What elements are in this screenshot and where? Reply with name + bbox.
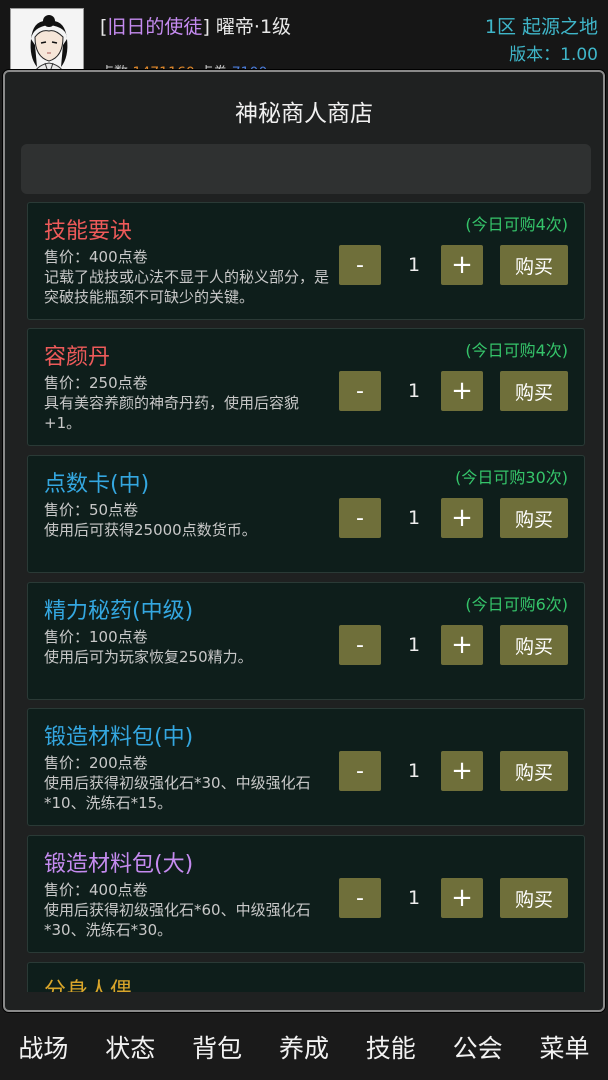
item-daily-limit: (今日可购6次) — [465, 595, 568, 614]
increase-quantity-button[interactable]: + — [441, 878, 483, 918]
increase-quantity-button[interactable]: + — [441, 245, 483, 285]
mystery-shop-dialog: 神秘商人商店 技能要诀 (今日可购4次) 售价：400点卷 记载了战技或心法不显… — [3, 70, 605, 1012]
decrease-quantity-button[interactable]: - — [339, 625, 381, 665]
dialog-title: 神秘商人商店 — [235, 101, 373, 127]
quantity-value: 1 — [407, 380, 421, 402]
shop-item-list[interactable]: 技能要诀 (今日可购4次) 售价：400点卷 记载了战技或心法不显于人的秘义部分… — [27, 202, 585, 992]
quantity-value: 1 — [407, 634, 421, 656]
item-name: 分身人偶 — [44, 979, 133, 992]
item-name: 精力秘药(中级) — [44, 599, 194, 624]
buy-button[interactable]: 购买 — [500, 878, 568, 918]
buy-button[interactable]: 购买 — [500, 245, 568, 285]
nav-status[interactable]: 状态 — [105, 1029, 155, 1065]
shop-item: 锻造材料包(中) 售价：200点卷 使用后获得初级强化石*30、中级强化石*10… — [27, 708, 585, 826]
quantity-value: 1 — [407, 887, 421, 909]
decrease-quantity-button[interactable]: - — [339, 751, 381, 791]
buy-button[interactable]: 购买 — [500, 625, 568, 665]
decrease-quantity-button[interactable]: - — [339, 498, 381, 538]
buy-button[interactable]: 购买 — [500, 371, 568, 411]
item-description: 使用后获得初级强化石*30、中级强化石*10、洗练石*15。 — [44, 774, 311, 812]
item-description: 具有美容养颜的神奇丹药，使用后容貌+1。 — [44, 394, 300, 432]
shop-item: 精力秘药(中级) (今日可购6次) 售价：100点卷 使用后可为玩家恢复250精… — [27, 582, 585, 700]
increase-quantity-button[interactable]: + — [441, 371, 483, 411]
increase-quantity-button[interactable]: + — [441, 751, 483, 791]
shop-item: 分身人偶 — [27, 962, 585, 992]
player-header: [旧日的使徒] 曜帝·1级 点数 1471160 点卷 7100 1区 起源之地… — [0, 0, 608, 81]
decrease-quantity-button[interactable]: - — [339, 245, 381, 285]
buy-button[interactable]: 购买 — [500, 751, 568, 791]
player-title: 旧日的使徒 — [107, 16, 203, 38]
quantity-value: 1 — [407, 507, 421, 529]
bottom-nav: 战场 状态 背包 养成 技能 公会 菜单 — [0, 1014, 608, 1080]
item-price: 售价：50点卷 — [44, 501, 139, 519]
buy-button[interactable]: 购买 — [500, 498, 568, 538]
server-name: 1区 起源之地 — [484, 16, 598, 38]
item-description: 使用后可获得25000点数货币。 — [44, 521, 257, 539]
quantity-value: 1 — [407, 760, 421, 782]
item-price: 售价：400点卷 — [44, 881, 148, 899]
player-name-line: [旧日的使徒] 曜帝·1级 — [100, 12, 291, 39]
version-label: 版本：1.00 — [509, 45, 598, 65]
nav-skills[interactable]: 技能 — [366, 1029, 416, 1065]
player-avatar[interactable] — [10, 8, 84, 74]
nav-cultivation[interactable]: 养成 — [279, 1029, 329, 1065]
nav-menu[interactable]: 菜单 — [539, 1029, 589, 1065]
nav-backpack[interactable]: 背包 — [192, 1029, 242, 1065]
nav-battlefield[interactable]: 战场 — [18, 1029, 68, 1065]
item-price: 售价：100点卷 — [44, 628, 148, 646]
item-daily-limit: (今日可购4次) — [465, 215, 568, 234]
item-name: 锻造材料包(中) — [44, 725, 194, 750]
shop-info-bar — [21, 144, 591, 194]
decrease-quantity-button[interactable]: - — [339, 878, 381, 918]
player-name-level: 曜帝·1级 — [209, 16, 292, 38]
shop-item: 容颜丹 (今日可购4次) 售价：250点卷 具有美容养颜的神奇丹药，使用后容貌+… — [27, 328, 585, 446]
increase-quantity-button[interactable]: + — [441, 498, 483, 538]
item-daily-limit: (今日可购30次) — [455, 468, 568, 487]
shop-item: 点数卡(中) (今日可购30次) 售价：50点卷 使用后可获得25000点数货币… — [27, 455, 585, 573]
item-daily-limit: (今日可购4次) — [465, 341, 568, 360]
decrease-quantity-button[interactable]: - — [339, 371, 381, 411]
item-price: 售价：400点卷 — [44, 248, 148, 266]
item-description: 记载了战技或心法不显于人的秘义部分，是突破技能瓶颈不可缺少的关键。 — [44, 268, 330, 306]
item-name: 技能要诀 — [44, 219, 133, 244]
increase-quantity-button[interactable]: + — [441, 625, 483, 665]
nav-guild[interactable]: 公会 — [453, 1029, 503, 1065]
shop-item: 技能要诀 (今日可购4次) 售价：400点卷 记载了战技或心法不显于人的秘义部分… — [27, 202, 585, 320]
shop-item: 锻造材料包(大) 售价：400点卷 使用后获得初级强化石*60、中级强化石*30… — [27, 835, 585, 953]
item-name: 点数卡(中) — [44, 472, 150, 497]
item-price: 售价：200点卷 — [44, 754, 148, 772]
item-price: 售价：250点卷 — [44, 374, 148, 392]
item-description: 使用后可为玩家恢复250精力。 — [44, 648, 253, 666]
item-description: 使用后获得初级强化石*60、中级强化石*30、洗练石*30。 — [44, 901, 311, 939]
quantity-value: 1 — [407, 254, 421, 276]
title-bracket-close: ] — [202, 16, 210, 38]
item-name: 容颜丹 — [44, 345, 111, 370]
item-name: 锻造材料包(大) — [44, 852, 194, 877]
